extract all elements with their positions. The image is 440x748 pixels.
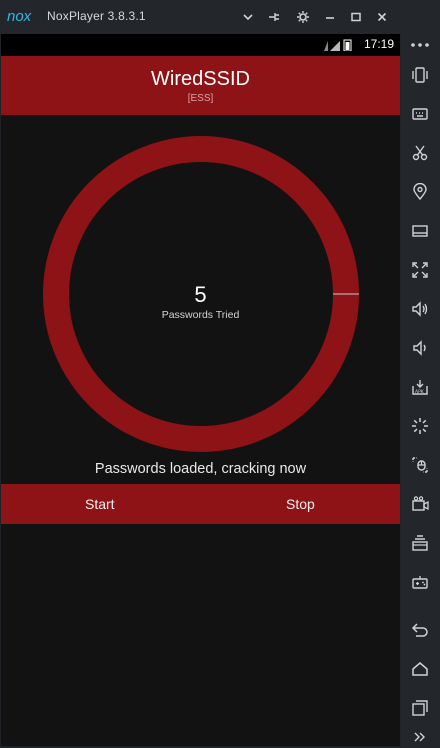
fullscreen-icon[interactable] — [409, 259, 431, 281]
recents-icon[interactable] — [409, 697, 431, 719]
app-header: WiredSSID [ESS] — [1, 56, 400, 115]
minimize-icon[interactable] — [319, 6, 341, 28]
nox-window: nox NoxPlayer 3.8.3.1 17:19 WiredSSID [E… — [0, 0, 440, 748]
home-icon[interactable] — [409, 658, 431, 680]
pin-icon[interactable] — [263, 6, 285, 28]
location-icon[interactable] — [409, 181, 431, 203]
screen-icon[interactable] — [409, 220, 431, 242]
network-type: [ESS] — [187, 93, 214, 104]
action-bar: Start Stop — [1, 484, 400, 524]
back-icon[interactable] — [409, 619, 431, 641]
expand-icon[interactable] — [409, 726, 431, 748]
status-time: 17:19 — [363, 37, 394, 51]
passwords-tried-count: 5 — [194, 282, 207, 307]
loading-icon[interactable] — [409, 415, 431, 437]
macro-icon[interactable] — [409, 454, 431, 476]
title-bar: nox NoxPlayer 3.8.3.1 — [0, 0, 440, 34]
more-icon[interactable] — [409, 34, 431, 56]
keyboard-icon[interactable] — [409, 103, 431, 125]
start-button[interactable]: Start — [85, 484, 115, 524]
status-message: Passwords loaded, cracking now — [94, 461, 307, 477]
scissors-icon[interactable] — [409, 142, 431, 164]
nox-logo: nox — [7, 8, 32, 25]
android-screen: 17:19 WiredSSID [ESS] 5 Passwords Tried … — [1, 34, 400, 746]
apk-icon[interactable]: APK — [409, 376, 431, 398]
svg-text:nox: nox — [7, 8, 32, 25]
maximize-icon[interactable] — [345, 6, 367, 28]
chevron-down-icon[interactable] — [237, 6, 259, 28]
status-bar: 17:19 — [1, 34, 400, 56]
volume-down-icon[interactable] — [409, 337, 431, 359]
ssid-title: WiredSSID — [151, 68, 250, 90]
close-icon[interactable] — [371, 6, 393, 28]
volume-up-icon[interactable] — [409, 298, 431, 320]
video-record-icon[interactable] — [409, 493, 431, 515]
signal-icon — [324, 39, 352, 51]
passwords-tried-label: Passwords Tried — [161, 309, 240, 321]
shake-icon[interactable] — [409, 64, 431, 86]
svg-text:APK: APK — [415, 389, 425, 395]
gamepad-icon[interactable] — [409, 571, 431, 593]
nox-sidebar: APK — [401, 34, 440, 748]
stop-button[interactable]: Stop — [286, 484, 315, 524]
app-title: NoxPlayer 3.8.3.1 — [47, 9, 146, 23]
multi-instance-icon[interactable] — [409, 532, 431, 554]
gear-icon[interactable] — [292, 6, 314, 28]
